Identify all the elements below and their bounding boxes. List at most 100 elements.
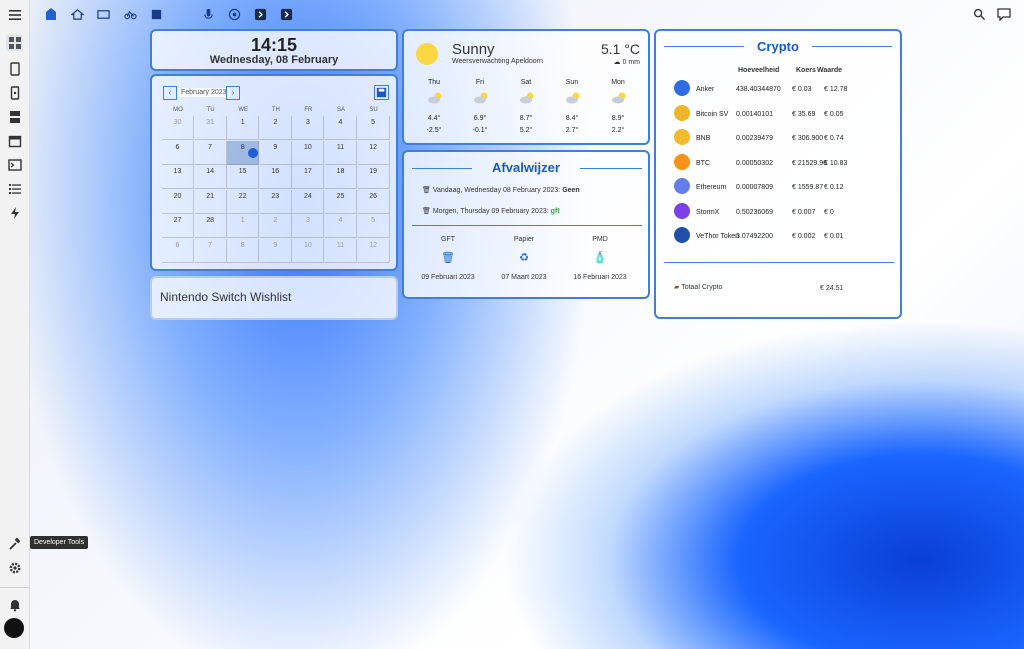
settings-button[interactable] — [6, 559, 23, 576]
home-assistant-icon[interactable] — [44, 7, 58, 21]
chevron-right-box-icon[interactable] — [253, 7, 267, 21]
next-month-button[interactable]: › — [226, 86, 240, 100]
sidebar-item-server[interactable] — [6, 108, 23, 125]
sidebar-item-list[interactable] — [6, 180, 23, 197]
calendar-day[interactable]: 10 — [292, 238, 325, 263]
calendar-day[interactable]: 13 — [162, 165, 194, 189]
calendar-day[interactable]: 4 — [325, 214, 357, 238]
calendar-day[interactable]: 9 — [259, 238, 292, 263]
crypto-name: Bitcoin SV — [696, 110, 729, 118]
calendar-day[interactable]: 5 — [357, 214, 390, 238]
bike-icon[interactable] — [123, 7, 137, 21]
sidebar-item-dashboard[interactable] — [6, 34, 23, 51]
calendar-day[interactable]: 1 — [227, 116, 260, 140]
avatar[interactable] — [4, 618, 24, 638]
crypto-row: Ethereum 0.00007809 € 1559.87 € 0.12 — [674, 178, 904, 198]
calendar-day[interactable]: 6 — [162, 140, 194, 165]
calendar-day[interactable]: 25 — [325, 189, 357, 214]
chevron-right-box-icon-2[interactable] — [279, 7, 293, 21]
calendar-day[interactable]: 2 — [259, 116, 292, 140]
calendar-day[interactable]: 14 — [194, 165, 227, 189]
crypto-value: € 10.83 — [824, 159, 848, 167]
robot-vacuum-icon[interactable] — [227, 7, 241, 21]
calendar-day[interactable]: 3 — [292, 214, 325, 238]
grid-icon[interactable] — [149, 7, 163, 21]
crypto-name: StormX — [696, 208, 720, 216]
calendar-day[interactable]: 27 — [162, 214, 194, 238]
crypto-rate: € 35.69 — [792, 110, 816, 118]
sidebar-item-phone[interactable] — [6, 84, 23, 101]
forecast-high: 8.9° — [611, 115, 625, 122]
calendar-day[interactable]: 12 — [357, 238, 390, 263]
notifications-button[interactable] — [6, 596, 23, 613]
sidebar-item-calendar[interactable] — [6, 132, 23, 149]
menu-icon[interactable] — [6, 6, 23, 23]
calendar-day[interactable]: 31 — [194, 116, 227, 140]
crypto-name: BNB — [696, 135, 711, 142]
calendar-day[interactable]: 17 — [292, 165, 325, 189]
prev-month-button[interactable]: ‹ — [163, 86, 177, 100]
weather-precip-value: 0 mm — [622, 59, 641, 66]
calendar-day[interactable]: 24 — [292, 189, 325, 214]
house-icon[interactable] — [70, 7, 84, 21]
calendar-day[interactable]: 20 — [162, 189, 194, 214]
calendar-day[interactable]: 7 — [194, 140, 227, 165]
calendar-day[interactable]: 9 — [259, 140, 292, 165]
crypto-total-row: ▰ Totaal Crypto — [674, 283, 722, 291]
clock-date: Wednesday, 08 February — [209, 54, 339, 66]
calendar-day[interactable]: 1 — [227, 214, 260, 238]
calendar-day[interactable]: 11 — [325, 140, 357, 165]
calendar-day[interactable]: 12 — [357, 140, 390, 165]
calendar-day[interactable]: 2 — [259, 214, 292, 238]
wishlist-card[interactable]: Nintendo Switch Wishlist — [150, 276, 398, 320]
calendar-day[interactable]: 30 — [162, 116, 194, 140]
calendar-day[interactable]: 23 — [259, 189, 292, 214]
afval-tomorrow-text: Morgen, Thursday 09 February 2023: — [432, 208, 549, 215]
calendar-day[interactable]: 6 — [162, 238, 194, 263]
crypto-rate: € 0.03 — [792, 86, 812, 93]
calendar-save-button[interactable] — [374, 85, 389, 100]
phone-icon — [10, 85, 19, 100]
crypto-header-value: Waarde — [817, 67, 843, 74]
crypto-row: StormX 0.50236069 € 0.007 € 0 — [674, 202, 904, 223]
crypto-rate: € 1559.87 — [792, 184, 824, 191]
sidebar-item-energy[interactable] — [6, 204, 23, 221]
calendar-day[interactable]: 28 — [194, 214, 227, 238]
tv-icon[interactable] — [96, 7, 110, 21]
calendar-day[interactable]: 4 — [325, 116, 357, 140]
bin-date: 09 Februari 2023 — [421, 274, 475, 281]
calendar-day[interactable]: 21 — [194, 189, 227, 214]
calendar-day[interactable]: 18 — [325, 165, 357, 189]
crypto-qty: 0.50236069 — [736, 208, 773, 216]
calendar-day[interactable]: 3 — [292, 116, 325, 140]
assist-icon[interactable] — [997, 7, 1011, 21]
sidebar-item-terminal[interactable] — [6, 156, 23, 173]
calendar-month-label: February 2023 — [178, 88, 230, 97]
crypto-value: € 0.01 — [824, 233, 844, 240]
calendar-day[interactable]: 26 — [357, 189, 390, 214]
calendar-weekday: TH — [271, 107, 280, 113]
calendar-day[interactable]: 15 — [227, 165, 260, 189]
calendar-day[interactable]: 8 — [227, 238, 260, 263]
calendar-day[interactable]: 11 — [325, 238, 357, 263]
developer-tools-button[interactable] — [6, 535, 23, 552]
calendar-day[interactable]: 22 — [227, 189, 260, 214]
calendar-day[interactable]: 19 — [357, 165, 390, 189]
dashboard-icon — [8, 36, 21, 49]
crypto-row: Anker 438.40344870 € 0.03 € 12.78 — [674, 80, 904, 100]
gear-icon — [9, 562, 20, 573]
calendar-day[interactable]: 5 — [357, 116, 390, 140]
calendar-day[interactable]: 10 — [292, 140, 325, 165]
search-icon[interactable] — [972, 7, 986, 21]
crypto-qty: 0.00140101 — [736, 110, 773, 118]
microphone-icon[interactable] — [201, 7, 215, 21]
sidebar-item-tablet[interactable] — [6, 60, 23, 77]
crypto-qty: 438.40344870 — [736, 86, 781, 93]
trash-can-icon: 🗑 — [422, 208, 433, 215]
calendar-card: ‹ February 2023 › MO TU WE TH FR SA SU 30 31 1 2 3… — [150, 74, 398, 271]
calendar-day[interactable]: 7 — [194, 238, 227, 263]
crypto-qty: 3.07492200 — [736, 233, 773, 240]
calendar-day[interactable]: 16 — [259, 165, 292, 189]
weather-precipitation: ☁ 0 mm — [614, 58, 640, 66]
forecast-low: -2.5° — [426, 127, 442, 134]
